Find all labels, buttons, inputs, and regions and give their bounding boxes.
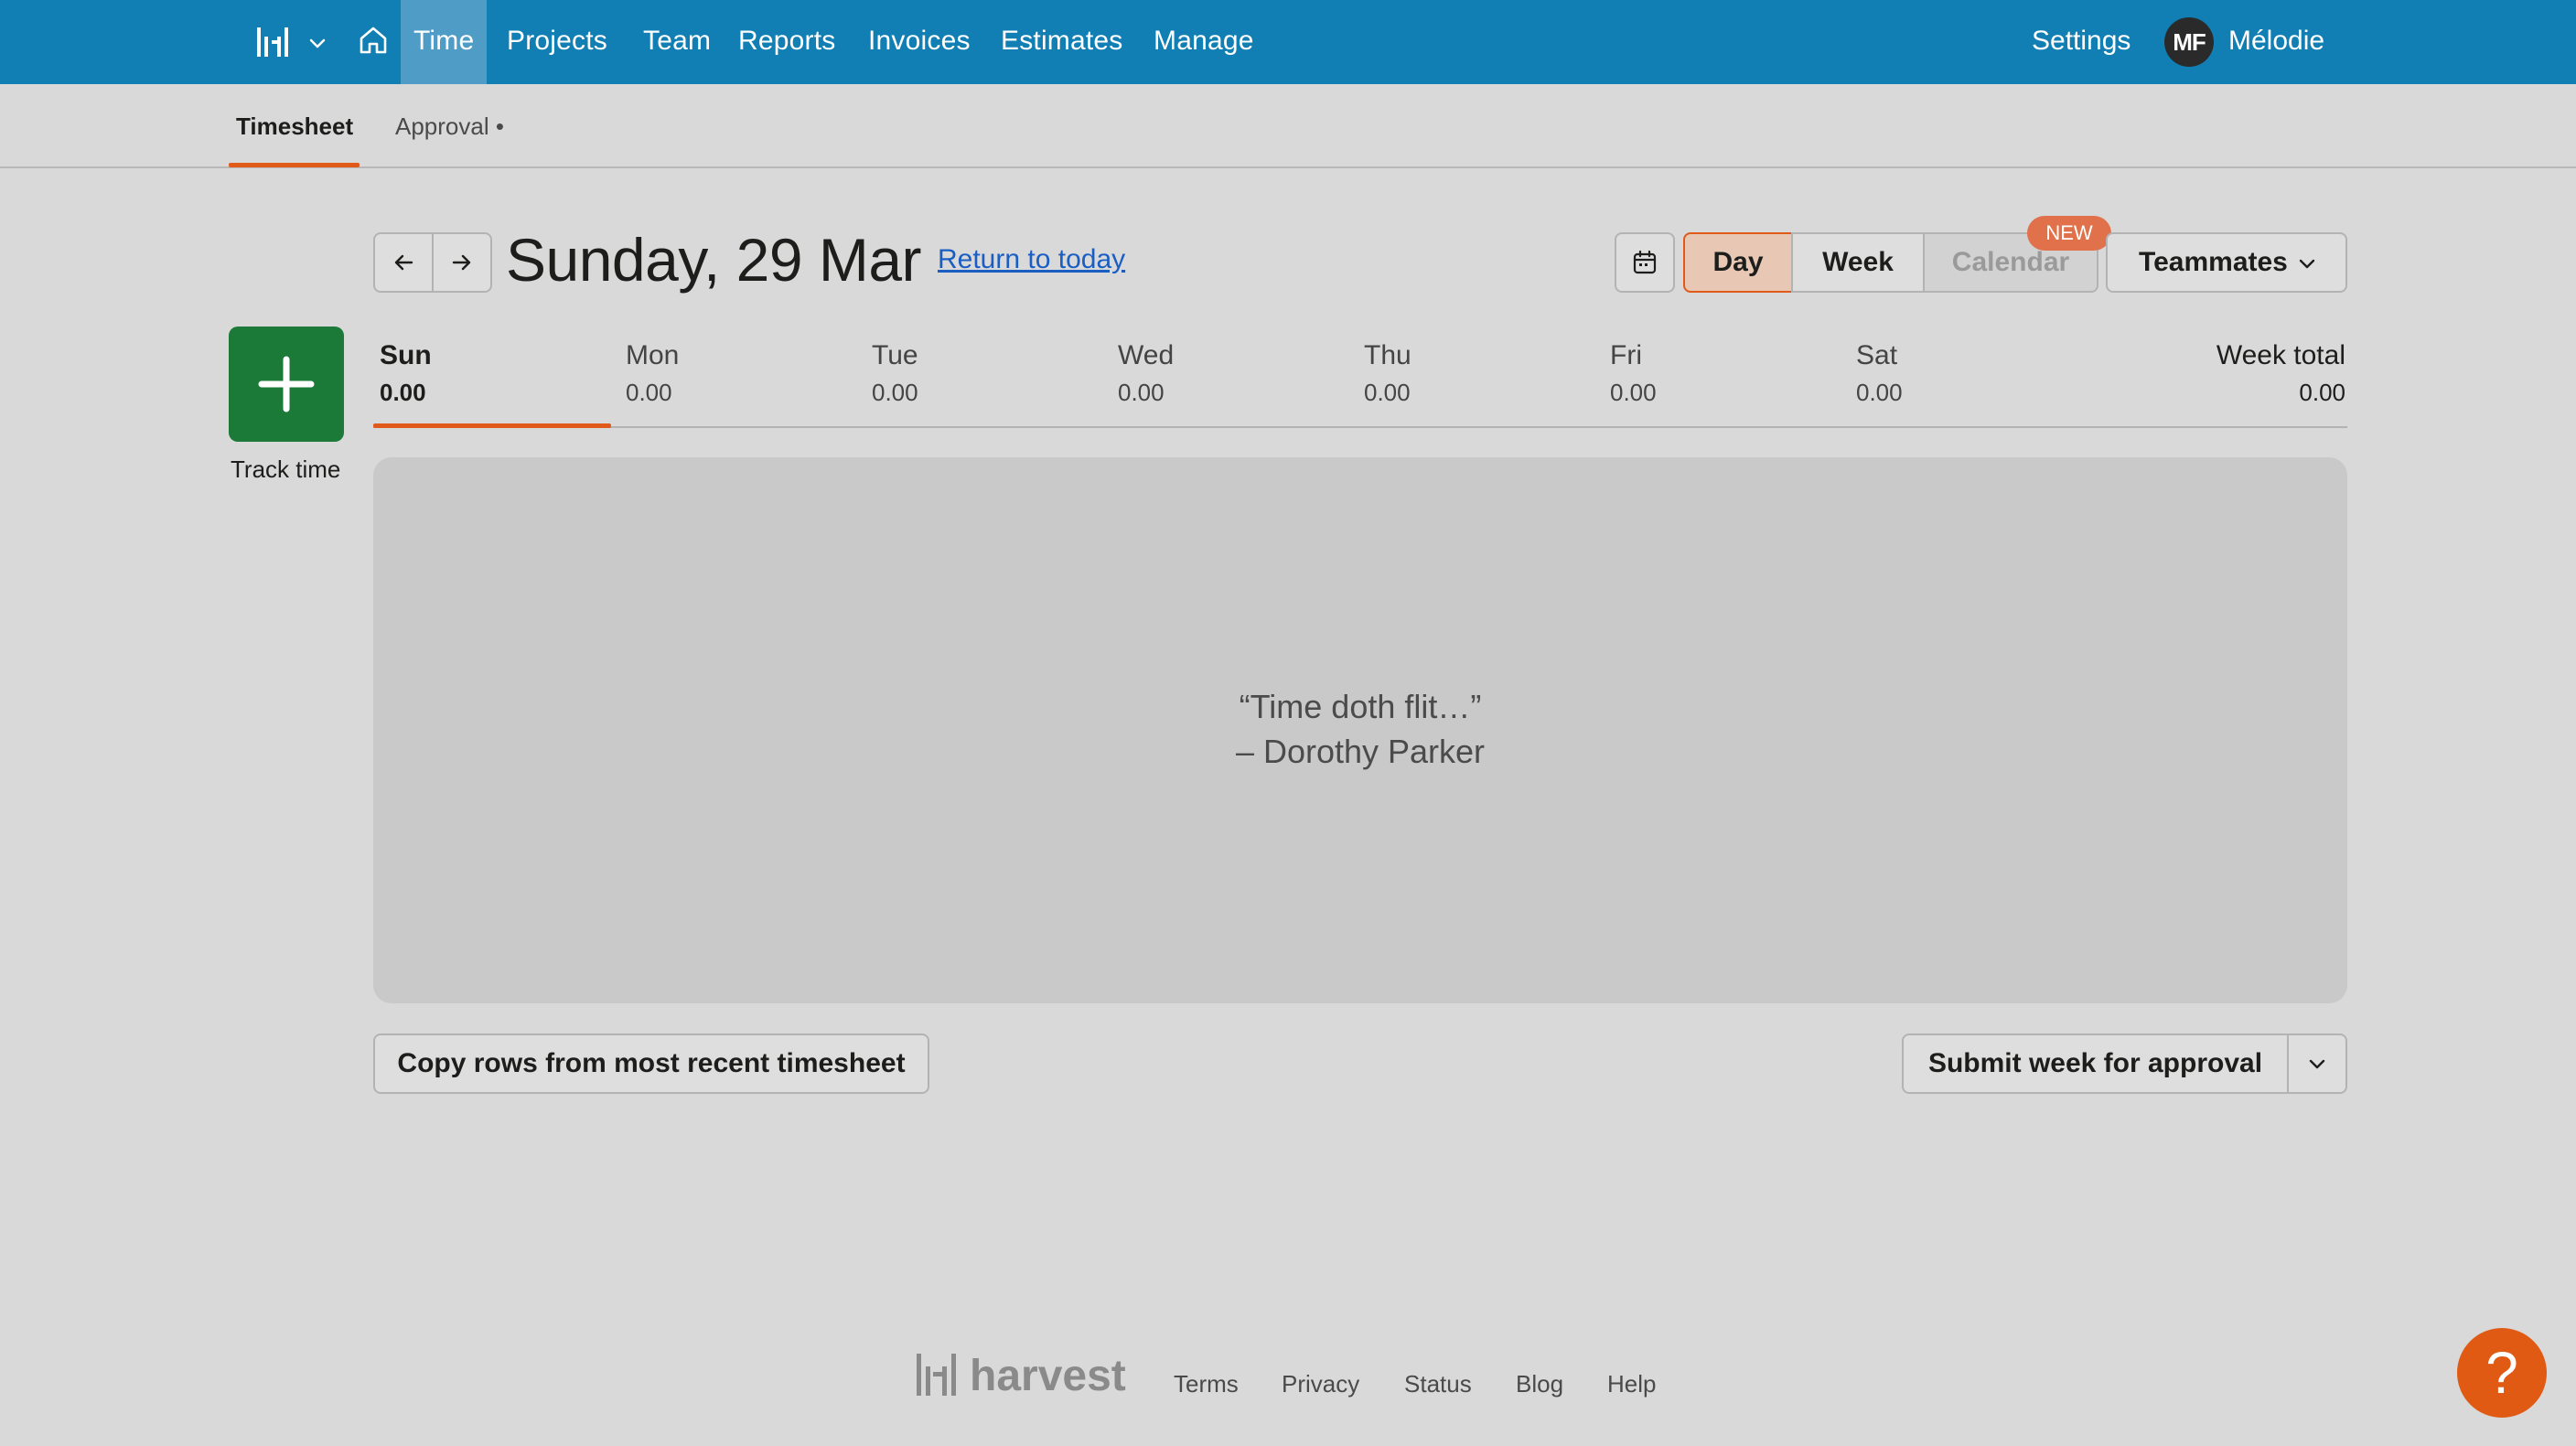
copy-rows-button[interactable]: Copy rows from most recent timesheet [373,1034,929,1094]
view-day-button[interactable]: Day [1683,232,1793,293]
home-icon[interactable] [357,24,390,57]
top-nav: Time Projects Team Reports Invoices Esti… [0,0,2576,84]
view-week-button[interactable]: Week [1791,232,1925,293]
previous-day-button[interactable] [373,232,434,293]
nav-manage[interactable]: Manage [1141,0,1267,84]
day-sun[interactable]: Sun 0.00 [380,340,432,407]
week-total: Week total 0.00 [2216,340,2345,407]
day-tue[interactable]: Tue 0.00 [872,340,918,407]
footer-blog-link[interactable]: Blog [1516,1370,1563,1398]
day-wed[interactable]: Wed 0.00 [1118,340,1174,407]
day-sat[interactable]: Sat 0.00 [1856,340,1903,407]
next-day-button[interactable] [432,232,492,293]
user-name[interactable]: Mélodie [2228,0,2324,84]
date-picker-button[interactable] [1615,232,1675,293]
settings-link[interactable]: Settings [2032,0,2131,84]
day-name: Thu [1364,340,1411,370]
footer-privacy-link[interactable]: Privacy [1282,1370,1359,1398]
day-total: 0.00 [1364,379,1411,406]
tab-approval[interactable]: Approval • [395,84,504,168]
avatar[interactable]: MF [2164,17,2214,67]
day-total: 0.00 [872,379,918,406]
nav-team[interactable]: Team [630,0,724,84]
arrow-left-icon [394,254,413,271]
empty-quote: “Time doth flit…” [1239,688,1482,725]
nav-estimates[interactable]: Estimates [988,0,1136,84]
day-mon[interactable]: Mon 0.00 [626,340,679,407]
day-name: Sun [380,340,432,370]
day-name: Fri [1610,340,1642,370]
day-total: 0.00 [1118,379,1165,406]
return-to-today-link[interactable]: Return to today [938,244,1125,275]
day-name: Tue [872,340,918,370]
tab-timesheet[interactable]: Timesheet [236,84,353,168]
nav-projects[interactable]: Projects [494,0,620,84]
nav-time[interactable]: Time [401,0,488,84]
chevron-down-icon[interactable] [307,33,327,53]
week-total-label: Week total [2216,340,2345,370]
week-total-value: 0.00 [2299,379,2345,406]
empty-quote-author: – Dorothy Parker [1235,733,1486,770]
harvest-wordmark-logo[interactable]: harvest [915,1350,1134,1401]
day-name: Mon [626,340,680,370]
help-button[interactable]: ? [2457,1328,2547,1418]
day-total: 0.00 [1856,379,1903,406]
sub-nav: Timesheet Approval • [0,84,2576,168]
day-name: Wed [1118,340,1175,370]
day-fri[interactable]: Fri 0.00 [1610,340,1657,407]
nav-invoices[interactable]: Invoices [855,0,983,84]
teammates-label: Teammates [2139,247,2288,277]
day-thu[interactable]: Thu 0.00 [1364,340,1411,407]
nav-reports[interactable]: Reports [725,0,848,84]
plus-icon [258,356,315,412]
page-title: Sunday, 29 Mar [506,226,922,294]
day-total: 0.00 [1610,379,1657,406]
active-day-underline [373,423,611,428]
submit-week-button[interactable]: Submit week for approval [1902,1034,2289,1094]
calendar-icon [1633,250,1657,274]
new-badge: NEW [2027,216,2111,251]
track-time-label: Track time [231,455,341,483]
teammates-dropdown[interactable]: Teammates [2106,232,2347,293]
empty-timesheet-panel: “Time doth flit…” – Dorothy Parker [373,457,2347,1003]
footer-brand: harvest [970,1352,1126,1400]
day-total: 0.00 [626,379,672,406]
harvest-logo-icon[interactable] [254,24,291,60]
active-tab-underline [229,163,360,167]
arrow-right-icon [452,254,471,271]
submit-options-button[interactable] [2287,1034,2347,1094]
chevron-down-icon [2309,1059,2325,1069]
footer-status-link[interactable]: Status [1404,1370,1472,1398]
day-name: Sat [1856,340,1898,370]
chevron-down-icon [2299,259,2315,269]
footer-help-link[interactable]: Help [1607,1370,1656,1398]
days-divider [373,426,2347,428]
day-total: 0.00 [380,379,426,406]
footer-terms-link[interactable]: Terms [1174,1370,1239,1398]
track-time-button[interactable] [229,327,344,442]
